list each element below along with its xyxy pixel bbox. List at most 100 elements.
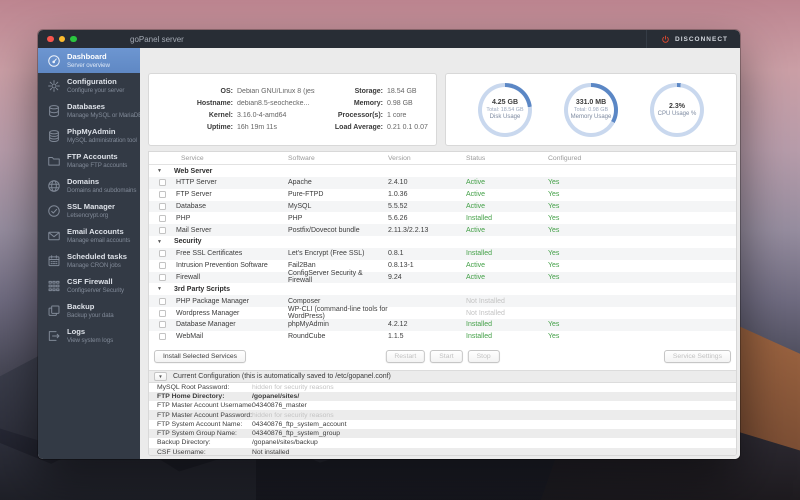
configured-badge: Yes: [548, 262, 736, 269]
software-name: phpMyAdmin: [288, 321, 388, 328]
row-checkbox[interactable]: [159, 250, 166, 257]
info-label: Storage:: [319, 88, 383, 95]
config-row-ftp-master-account-username: FTP Master Account Username:04340876_mas…: [149, 401, 736, 410]
config-value: 04340876_ftp_system_account: [252, 421, 346, 428]
service-row-ftp-server[interactable]: FTP ServerPure-FTPD1.0.36ActiveYes: [149, 189, 736, 201]
title-bar: goPanel server DISCONNECT: [38, 30, 740, 48]
service-row-http-server[interactable]: HTTP ServerApache2.4.10ActiveYes: [149, 177, 736, 189]
main-content: OS:Debian GNU/Linux 8 (jessie)Storage:18…: [140, 48, 740, 459]
configured-badge: Yes: [548, 179, 736, 186]
sidebar-item-label: Logs: [67, 327, 113, 337]
row-checkbox[interactable]: [159, 191, 166, 198]
gauge-disk-usage: 4.25 GBTotal: 18.54 GBDisk Usage: [478, 83, 532, 137]
close-window-button[interactable]: [47, 36, 54, 43]
configured-badge: Yes: [548, 250, 736, 257]
group-row-3rd-party-scripts[interactable]: ▼3rd Party Scripts: [149, 283, 736, 295]
folder-icon: [47, 154, 61, 168]
service-name: FTP Server: [176, 191, 212, 198]
info-value: Debian GNU/Linux 8 (jessie): [237, 88, 315, 95]
service-row-firewall[interactable]: FirewallConfigServer Security & Firewall…: [149, 272, 736, 284]
service-row-free-ssl-certificates[interactable]: Free SSL CertificatesLet's Encrypt (Free…: [149, 248, 736, 260]
gauge-total: Total: 0.98 GB: [574, 107, 608, 113]
software-version: 5.6.26: [388, 215, 466, 222]
row-checkbox[interactable]: [159, 274, 166, 281]
software-version: 0.8.1: [388, 250, 466, 257]
row-checkbox[interactable]: [159, 333, 166, 340]
service-row-mail-server[interactable]: Mail ServerPostfix/Dovecot bundle2.11.3/…: [149, 224, 736, 236]
config-value: /gopanel/sites/: [252, 393, 299, 400]
collapse-group-icon[interactable]: ▼: [157, 239, 162, 245]
status-badge: Not Installed: [466, 310, 548, 317]
service-row-database[interactable]: DatabaseMySQL5.5.52ActiveYes: [149, 201, 736, 213]
configured-badge: Yes: [548, 321, 736, 328]
sidebar-item-databases[interactable]: DatabasesManage MySQL or MariaDB: [38, 98, 140, 123]
disconnect-button[interactable]: DISCONNECT: [646, 30, 740, 48]
status-badge: Installed: [466, 250, 548, 257]
service-settings-button[interactable]: Service Settings: [664, 350, 731, 363]
column-header-software: Software: [288, 155, 388, 162]
sidebar-item-dashboard[interactable]: DashboardServer overview: [38, 48, 140, 73]
service-row-php[interactable]: PHPPHP5.6.26InstalledYes: [149, 212, 736, 224]
sidebar-item-sublabel: Letsencrypt.org: [67, 212, 115, 219]
group-name: Web Server: [174, 168, 212, 175]
sidebar-item-ftp-accounts[interactable]: FTP AccountsManage FTP accounts: [38, 148, 140, 173]
gauge-value: 331.0 MB: [576, 99, 606, 106]
check-circle-icon: [47, 204, 61, 218]
install-selected-services-button[interactable]: Install Selected Services: [154, 350, 246, 363]
sidebar-item-sublabel: Manage MySQL or MariaDB: [67, 112, 142, 119]
status-badge: Installed: [466, 321, 548, 328]
row-checkbox[interactable]: [159, 203, 166, 210]
start-button[interactable]: Start: [430, 350, 462, 363]
restart-button[interactable]: Restart: [385, 350, 425, 363]
row-checkbox[interactable]: [159, 262, 166, 269]
stop-button[interactable]: Stop: [468, 350, 500, 363]
collapse-group-icon[interactable]: ▼: [157, 168, 162, 174]
software-version: 1.1.5: [388, 333, 466, 340]
service-name: WebMail: [176, 333, 203, 340]
row-checkbox[interactable]: [159, 321, 166, 328]
service-row-wordpress-manager[interactable]: Wordpress ManagerWP-CLI (command-line to…: [149, 307, 736, 319]
configured-badge: Yes: [548, 203, 736, 210]
sidebar-item-label: Dashboard: [67, 52, 110, 62]
software-version: 9.24: [388, 274, 466, 281]
group-row-security[interactable]: ▼Security: [149, 236, 736, 248]
sidebar-item-domains[interactable]: DomainsDomains and subdomains: [38, 173, 140, 198]
service-row-webmail[interactable]: WebMailRoundCube1.1.5InstalledYes: [149, 331, 736, 343]
collapse-config-button[interactable]: ▼: [154, 372, 167, 381]
status-badge: Active: [466, 274, 548, 281]
sidebar-item-scheduled-tasks[interactable]: Scheduled tasksManage CRON jobs: [38, 248, 140, 273]
sidebar-item-logs[interactable]: LogsView system logs: [38, 323, 140, 348]
service-name: Database Manager: [176, 321, 236, 328]
info-value: 0.98 GB: [387, 100, 430, 107]
globe-icon: [47, 179, 61, 193]
collapse-group-icon[interactable]: ▼: [157, 286, 162, 292]
database-admin-icon: [47, 129, 61, 143]
sidebar-item-label: PhpMyAdmin: [67, 127, 137, 137]
software-version: 0.8.13-1: [388, 262, 466, 269]
info-label: Kernel:: [155, 112, 233, 119]
service-row-database-manager[interactable]: Database ManagerphpMyAdmin4.2.12Installe…: [149, 319, 736, 331]
sidebar-item-ssl-manager[interactable]: SSL ManagerLetsencrypt.org: [38, 198, 140, 223]
sidebar-item-sublabel: MySQL administration tool: [67, 137, 137, 144]
sidebar-item-phpmyadmin[interactable]: PhpMyAdminMySQL administration tool: [38, 123, 140, 148]
zoom-window-button[interactable]: [70, 36, 77, 43]
config-value: 04340876_ftp_system_group: [252, 430, 340, 437]
group-row-web-server[interactable]: ▼ Web Server: [149, 165, 736, 177]
software-version: 5.5.52: [388, 203, 466, 210]
row-checkbox[interactable]: [159, 179, 166, 186]
service-row-intrusion-prevention-software[interactable]: Intrusion Prevention SoftwareFail2Ban0.8…: [149, 260, 736, 272]
sidebar-item-label: FTP Accounts: [67, 152, 127, 162]
row-checkbox[interactable]: [159, 298, 166, 305]
sidebar-item-csf-firewall[interactable]: CSF FirewallConfigserver Security: [38, 273, 140, 298]
info-value: 1 core: [387, 112, 430, 119]
minimize-window-button[interactable]: [59, 36, 66, 43]
row-checkbox[interactable]: [159, 310, 166, 317]
sidebar-item-backup[interactable]: BackupBackup your data: [38, 298, 140, 323]
sidebar-item-email-accounts[interactable]: Email AccountsManage email accounts: [38, 223, 140, 248]
gauge-value: 4.25 GB: [492, 99, 518, 106]
row-checkbox[interactable]: [159, 215, 166, 222]
sidebar-item-configuration[interactable]: ConfigurationConfigure your server: [38, 73, 140, 98]
service-row-php-package-manager[interactable]: PHP Package ManagerComposerNot Installed: [149, 295, 736, 307]
row-checkbox[interactable]: [159, 227, 166, 234]
config-value: Not installed: [252, 449, 289, 456]
